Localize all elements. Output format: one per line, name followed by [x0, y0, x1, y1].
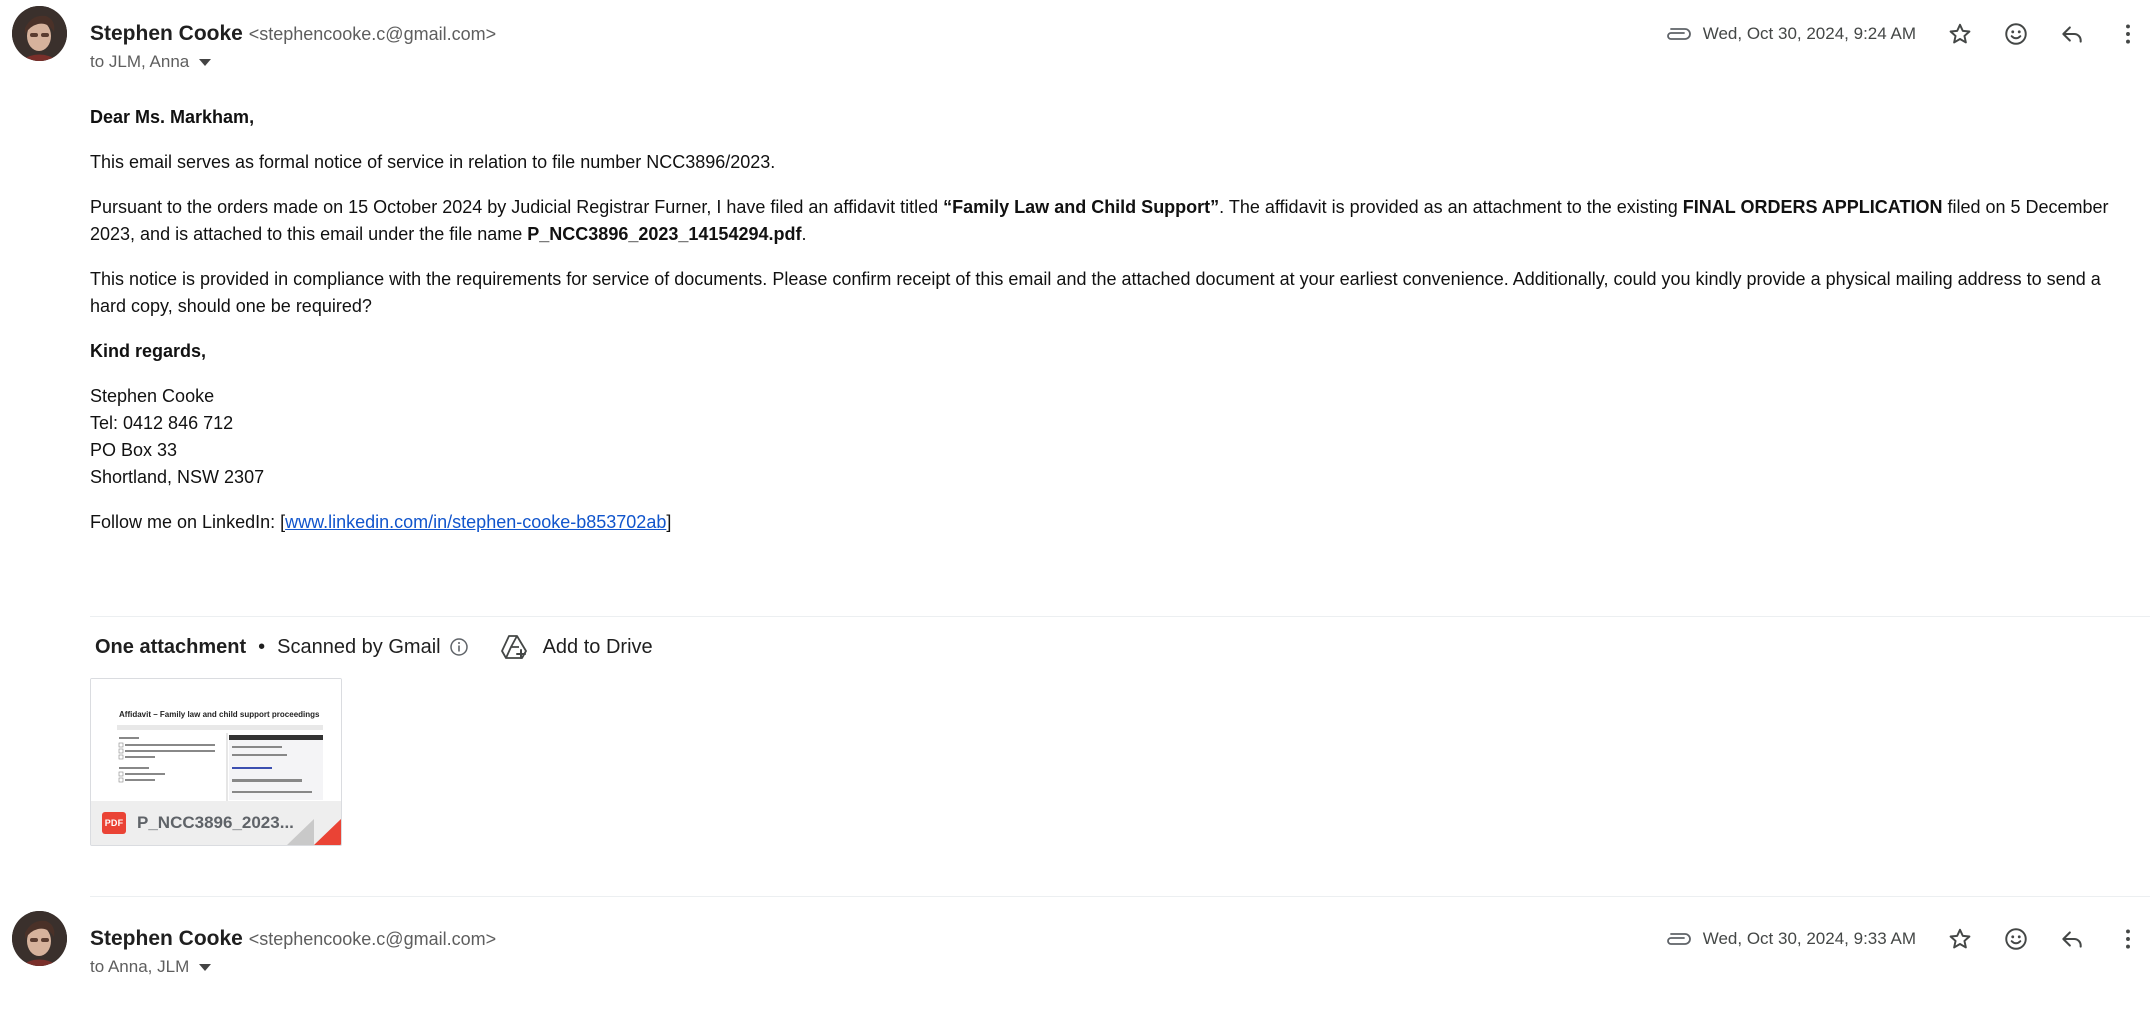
signature-phone: Tel: 0412 846 712 — [90, 413, 234, 433]
reply-button[interactable] — [2056, 18, 2088, 50]
reply-icon — [2062, 931, 2082, 948]
attachment-footer: PDF P_NCC3896_2023... — [91, 801, 341, 845]
emoji-reaction-icon — [2005, 928, 2027, 950]
document-preview-image: Affidavit – Family law and child support… — [91, 679, 341, 801]
sender-line: Stephen Cooke <stephencooke.c@gmail.com> — [90, 22, 496, 46]
message-actions: Wed, Oct 30, 2024, 9:33 AM — [1665, 923, 2150, 955]
reply-icon — [2062, 26, 2082, 43]
divider — [90, 896, 2150, 897]
star-button[interactable] — [1944, 923, 1976, 955]
file-corner-icon — [287, 819, 341, 845]
signature-block: Stephen Cooke Tel: 0412 846 712 PO Box 3… — [90, 383, 2135, 491]
file-name-mention: P_NCC3896_2023_14154294.pdf — [527, 224, 802, 244]
attachment-card[interactable]: Affidavit – Family law and child support… — [90, 678, 342, 846]
linkedin-prefix: Follow me on LinkedIn: [ — [90, 512, 286, 532]
star-button[interactable] — [1944, 18, 1976, 50]
avatar[interactable] — [12, 6, 67, 61]
add-to-drive-icon — [500, 635, 527, 659]
recipients-toggle[interactable]: to JLM, Anna — [90, 52, 212, 72]
chevron-down-icon[interactable] — [199, 58, 212, 66]
message-body: Dear Ms. Markham, This email serves as f… — [90, 104, 2135, 554]
star-icon — [1949, 23, 1971, 44]
signature-po-box: PO Box 33 — [90, 440, 178, 460]
application-name: FINAL ORDERS APPLICATION — [1682, 197, 1943, 217]
email-thread: Stephen Cooke <stephencooke.c@gmail.com>… — [0, 0, 2150, 1009]
emoji-reaction-icon — [2005, 23, 2027, 45]
sender-email: <stephencooke.c@gmail.com> — [248, 929, 497, 949]
info-icon[interactable] — [449, 637, 469, 657]
message-actions: Wed, Oct 30, 2024, 9:24 AM — [1665, 18, 2150, 50]
affidavit-title: “Family Law and Child Support” — [943, 197, 1220, 217]
paragraph-affidavit: Pursuant to the orders made on 15 Octobe… — [90, 194, 2135, 248]
attachment-preview: Affidavit – Family law and child support… — [91, 679, 341, 802]
attachment-file-name: P_NCC3896_2023... — [137, 813, 294, 832]
greeting: Dear Ms. Markham, — [90, 107, 255, 127]
sender-name[interactable]: Stephen Cooke — [90, 927, 243, 950]
add-reaction-button[interactable] — [2000, 18, 2032, 50]
linkedin-link[interactable]: www.linkedin.com/in/stephen-cooke-b85370… — [285, 512, 666, 532]
more-vert-icon — [2126, 929, 2130, 949]
recipients-label: to JLM, Anna — [90, 52, 190, 71]
add-to-drive-button[interactable]: Add to Drive — [499, 633, 653, 661]
attachment-clip-icon — [1666, 28, 1691, 40]
divider — [90, 616, 2150, 617]
attachments-header: One attachment • Scanned by Gmail Add to… — [95, 633, 653, 661]
pdf-icon: PDF — [102, 812, 126, 834]
sender-email: <stephencooke.c@gmail.com> — [248, 24, 497, 44]
attachment-count: One attachment — [95, 635, 247, 658]
scanned-label: Scanned by Gmail — [277, 635, 441, 658]
attachment-clip-icon — [1666, 933, 1691, 945]
more-options-button[interactable] — [2112, 18, 2144, 50]
sender-line: Stephen Cooke <stephencooke.c@gmail.com> — [90, 927, 496, 951]
linkedin-suffix: ] — [666, 512, 672, 532]
message-date[interactable]: Wed, Oct 30, 2024, 9:33 AM — [1703, 929, 1916, 949]
preview-title: Affidavit – Family law and child support… — [119, 710, 320, 719]
paragraph-text: . — [801, 224, 807, 244]
signoff: Kind regards, — [90, 341, 207, 361]
signature-city: Shortland, NSW 2307 — [90, 467, 265, 487]
add-reaction-button[interactable] — [2000, 923, 2032, 955]
add-to-drive-label: Add to Drive — [542, 635, 653, 658]
message-header[interactable]: Stephen Cooke <stephencooke.c@gmail.com>… — [0, 905, 2150, 977]
paragraph-notice: This email serves as formal notice of se… — [90, 152, 776, 172]
paragraph-text: Pursuant to the orders made on 15 Octobe… — [90, 197, 944, 217]
star-icon — [1949, 928, 1971, 949]
avatar[interactable] — [12, 911, 67, 966]
reply-button[interactable] — [2056, 923, 2088, 955]
more-options-button[interactable] — [2112, 923, 2144, 955]
message-date[interactable]: Wed, Oct 30, 2024, 9:24 AM — [1703, 24, 1916, 44]
paragraph-compliance: This notice is provided in compliance wi… — [90, 269, 2101, 316]
recipients-toggle[interactable]: to Anna, JLM — [90, 957, 212, 977]
separator-dot: • — [258, 635, 266, 658]
message-header[interactable]: Stephen Cooke <stephencooke.c@gmail.com>… — [0, 0, 2150, 72]
more-vert-icon — [2126, 24, 2130, 44]
sender-name[interactable]: Stephen Cooke — [90, 22, 243, 45]
linkedin-line: Follow me on LinkedIn: [www.linkedin.com… — [90, 509, 2135, 536]
paragraph-text: . The affidavit is provided as an attach… — [1219, 197, 1683, 217]
recipients-label: to Anna, JLM — [90, 957, 190, 976]
chevron-down-icon[interactable] — [199, 963, 212, 971]
signature-name: Stephen Cooke — [90, 386, 215, 406]
